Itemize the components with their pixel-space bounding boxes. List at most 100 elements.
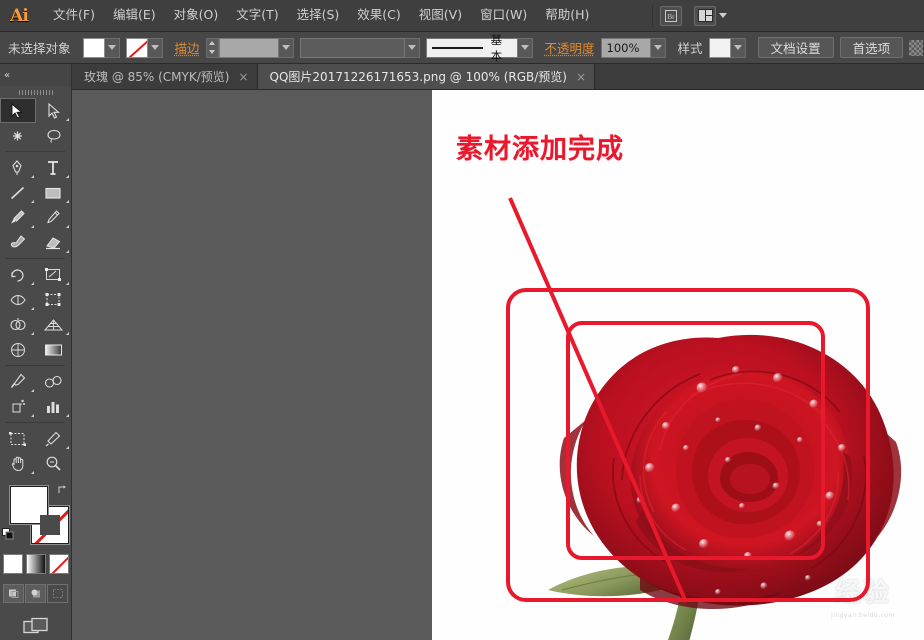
artboard-tool[interactable] [0, 426, 36, 451]
draw-normal-button[interactable] [3, 584, 24, 603]
stroke-weight-stepper[interactable] [205, 37, 219, 58]
opacity-dropdown-button[interactable] [650, 37, 666, 58]
rectangle-tool[interactable] [36, 180, 72, 205]
artboard[interactable]: 素材添加完成 经验 jingyan.baidu.com [432, 90, 924, 640]
fill-swatch[interactable] [82, 37, 105, 58]
menu-edit[interactable]: 编辑(E) [104, 4, 165, 27]
lasso-tool[interactable] [36, 123, 72, 148]
menu-select[interactable]: 选择(S) [288, 4, 349, 27]
scale-tool[interactable] [36, 262, 72, 287]
perspective-grid-tool[interactable] [36, 312, 72, 337]
collapse-panel-icon[interactable]: « [4, 70, 10, 81]
document-tab-qq-image[interactable]: QQ图片20171226171653.png @ 100% (RGB/预览) × [257, 64, 596, 89]
canvas-annotation-text: 素材添加完成 [456, 134, 624, 165]
menu-effect[interactable]: 效果(C) [348, 4, 409, 27]
column-graph-tool[interactable] [36, 394, 72, 419]
paintbrush-tool[interactable] [0, 205, 36, 230]
menu-file[interactable]: 文件(F) [44, 4, 104, 27]
symbol-sprayer-tool[interactable] [0, 394, 36, 419]
free-transform-tool[interactable] [36, 287, 72, 312]
stroke-weight-field[interactable] [218, 37, 279, 58]
blend-tool[interactable] [36, 369, 72, 394]
close-icon[interactable]: × [576, 71, 586, 83]
tool-divider [6, 151, 65, 152]
canvas-workspace[interactable]: 素材添加完成 经验 jingyan.baidu.com [72, 90, 924, 640]
shape-builder-tool[interactable] [0, 312, 36, 337]
watermark: 经验 jingyan.baidu.com [808, 562, 918, 628]
bridge-icon[interactable]: Br [660, 5, 683, 26]
fill-color-control[interactable] [82, 37, 120, 58]
opacity-label[interactable]: 不透明度 [545, 38, 595, 57]
stroke-weight-dropdown-button[interactable] [278, 37, 294, 58]
width-profile-field[interactable] [299, 37, 405, 58]
draw-behind-button[interactable] [25, 584, 46, 603]
arrange-documents-button[interactable] [691, 5, 728, 26]
line-segment-tool[interactable] [0, 180, 36, 205]
watermark-subtext: jingyan.baidu.com [831, 611, 895, 619]
draw-inside-button[interactable] [47, 584, 68, 603]
eraser-tool[interactable] [36, 230, 72, 255]
none-button[interactable] [48, 554, 69, 574]
variable-width-profile-control[interactable] [299, 37, 420, 58]
screen-mode-button[interactable] [0, 617, 71, 639]
direct-selection-tool[interactable] [36, 98, 72, 123]
brush-definition-label: 基本 [490, 32, 503, 63]
type-tool[interactable] [36, 155, 72, 180]
control-bar-overflow-icon[interactable] [909, 39, 924, 56]
document-tab-qq-image-label: QQ图片20171226171653.png @ 100% (RGB/预览) [269, 70, 567, 84]
document-tab-rose-label: 玫瑰 @ 85% (CMYK/预览) [84, 70, 230, 84]
brush-dropdown-button[interactable] [517, 37, 533, 58]
menu-type[interactable]: 文字(T) [227, 4, 287, 27]
document-setup-button[interactable]: 文档设置 [757, 37, 834, 58]
opacity-field[interactable]: 100% [600, 37, 651, 58]
color-button[interactable] [2, 554, 23, 574]
tool-divider [6, 258, 65, 259]
menu-help[interactable]: 帮助(H) [536, 4, 598, 27]
blob-brush-tool[interactable] [0, 230, 36, 255]
stroke-weight-label[interactable]: 描边 [175, 38, 200, 57]
magic-wand-tool[interactable] [0, 123, 36, 148]
change-screen-mode-icon [22, 617, 48, 634]
slice-tool[interactable] [36, 426, 72, 451]
default-fill-stroke-icon[interactable] [2, 528, 15, 541]
graphic-style-control[interactable] [708, 37, 746, 58]
document-tab-rose[interactable]: 玫瑰 @ 85% (CMYK/预览) × [72, 64, 258, 89]
tools-panel-grip[interactable] [0, 86, 71, 98]
color-mode-buttons [0, 554, 71, 574]
gradient-button[interactable] [25, 554, 46, 574]
eyedropper-tool[interactable] [0, 369, 36, 394]
style-dropdown-button[interactable] [730, 37, 746, 58]
stroke-color-control[interactable] [125, 37, 163, 58]
chevron-down-icon [719, 13, 728, 18]
menu-view[interactable]: 视图(V) [410, 4, 471, 27]
rotate-tool[interactable] [0, 262, 36, 287]
fill-dropdown-button[interactable] [104, 37, 120, 58]
svg-text:Br: Br [668, 13, 676, 21]
close-icon[interactable]: × [238, 71, 248, 83]
brush-definition-control[interactable]: 基本 [425, 33, 533, 63]
selection-tool[interactable] [0, 98, 36, 123]
menubar-divider [652, 4, 654, 27]
width-profile-dropdown-button[interactable] [404, 37, 420, 58]
stroke-dropdown-button[interactable] [147, 37, 163, 58]
hand-tool[interactable] [0, 451, 36, 476]
arrange-documents-icon [694, 5, 717, 26]
style-label: 样式 [677, 41, 703, 56]
menu-window[interactable]: 窗口(W) [471, 4, 536, 27]
pencil-tool[interactable] [36, 205, 72, 230]
stroke-swatch[interactable] [125, 37, 148, 58]
zoom-tool[interactable] [36, 451, 72, 476]
drawing-mode-buttons [0, 584, 71, 603]
app-logo: Ai [10, 5, 29, 26]
pen-tool[interactable] [0, 155, 36, 180]
mesh-tool[interactable] [0, 337, 36, 362]
width-tool[interactable] [0, 287, 36, 312]
stroke-weight-control[interactable] [205, 37, 294, 58]
menu-object[interactable]: 对象(O) [165, 4, 228, 27]
gradient-tool[interactable] [36, 337, 72, 362]
preferences-button[interactable]: 首选项 [839, 37, 904, 58]
opacity-control[interactable]: 100% [600, 37, 666, 58]
style-swatch[interactable] [708, 37, 731, 58]
tool-grid-sampling [0, 369, 71, 419]
swap-fill-stroke-icon[interactable] [57, 484, 69, 496]
